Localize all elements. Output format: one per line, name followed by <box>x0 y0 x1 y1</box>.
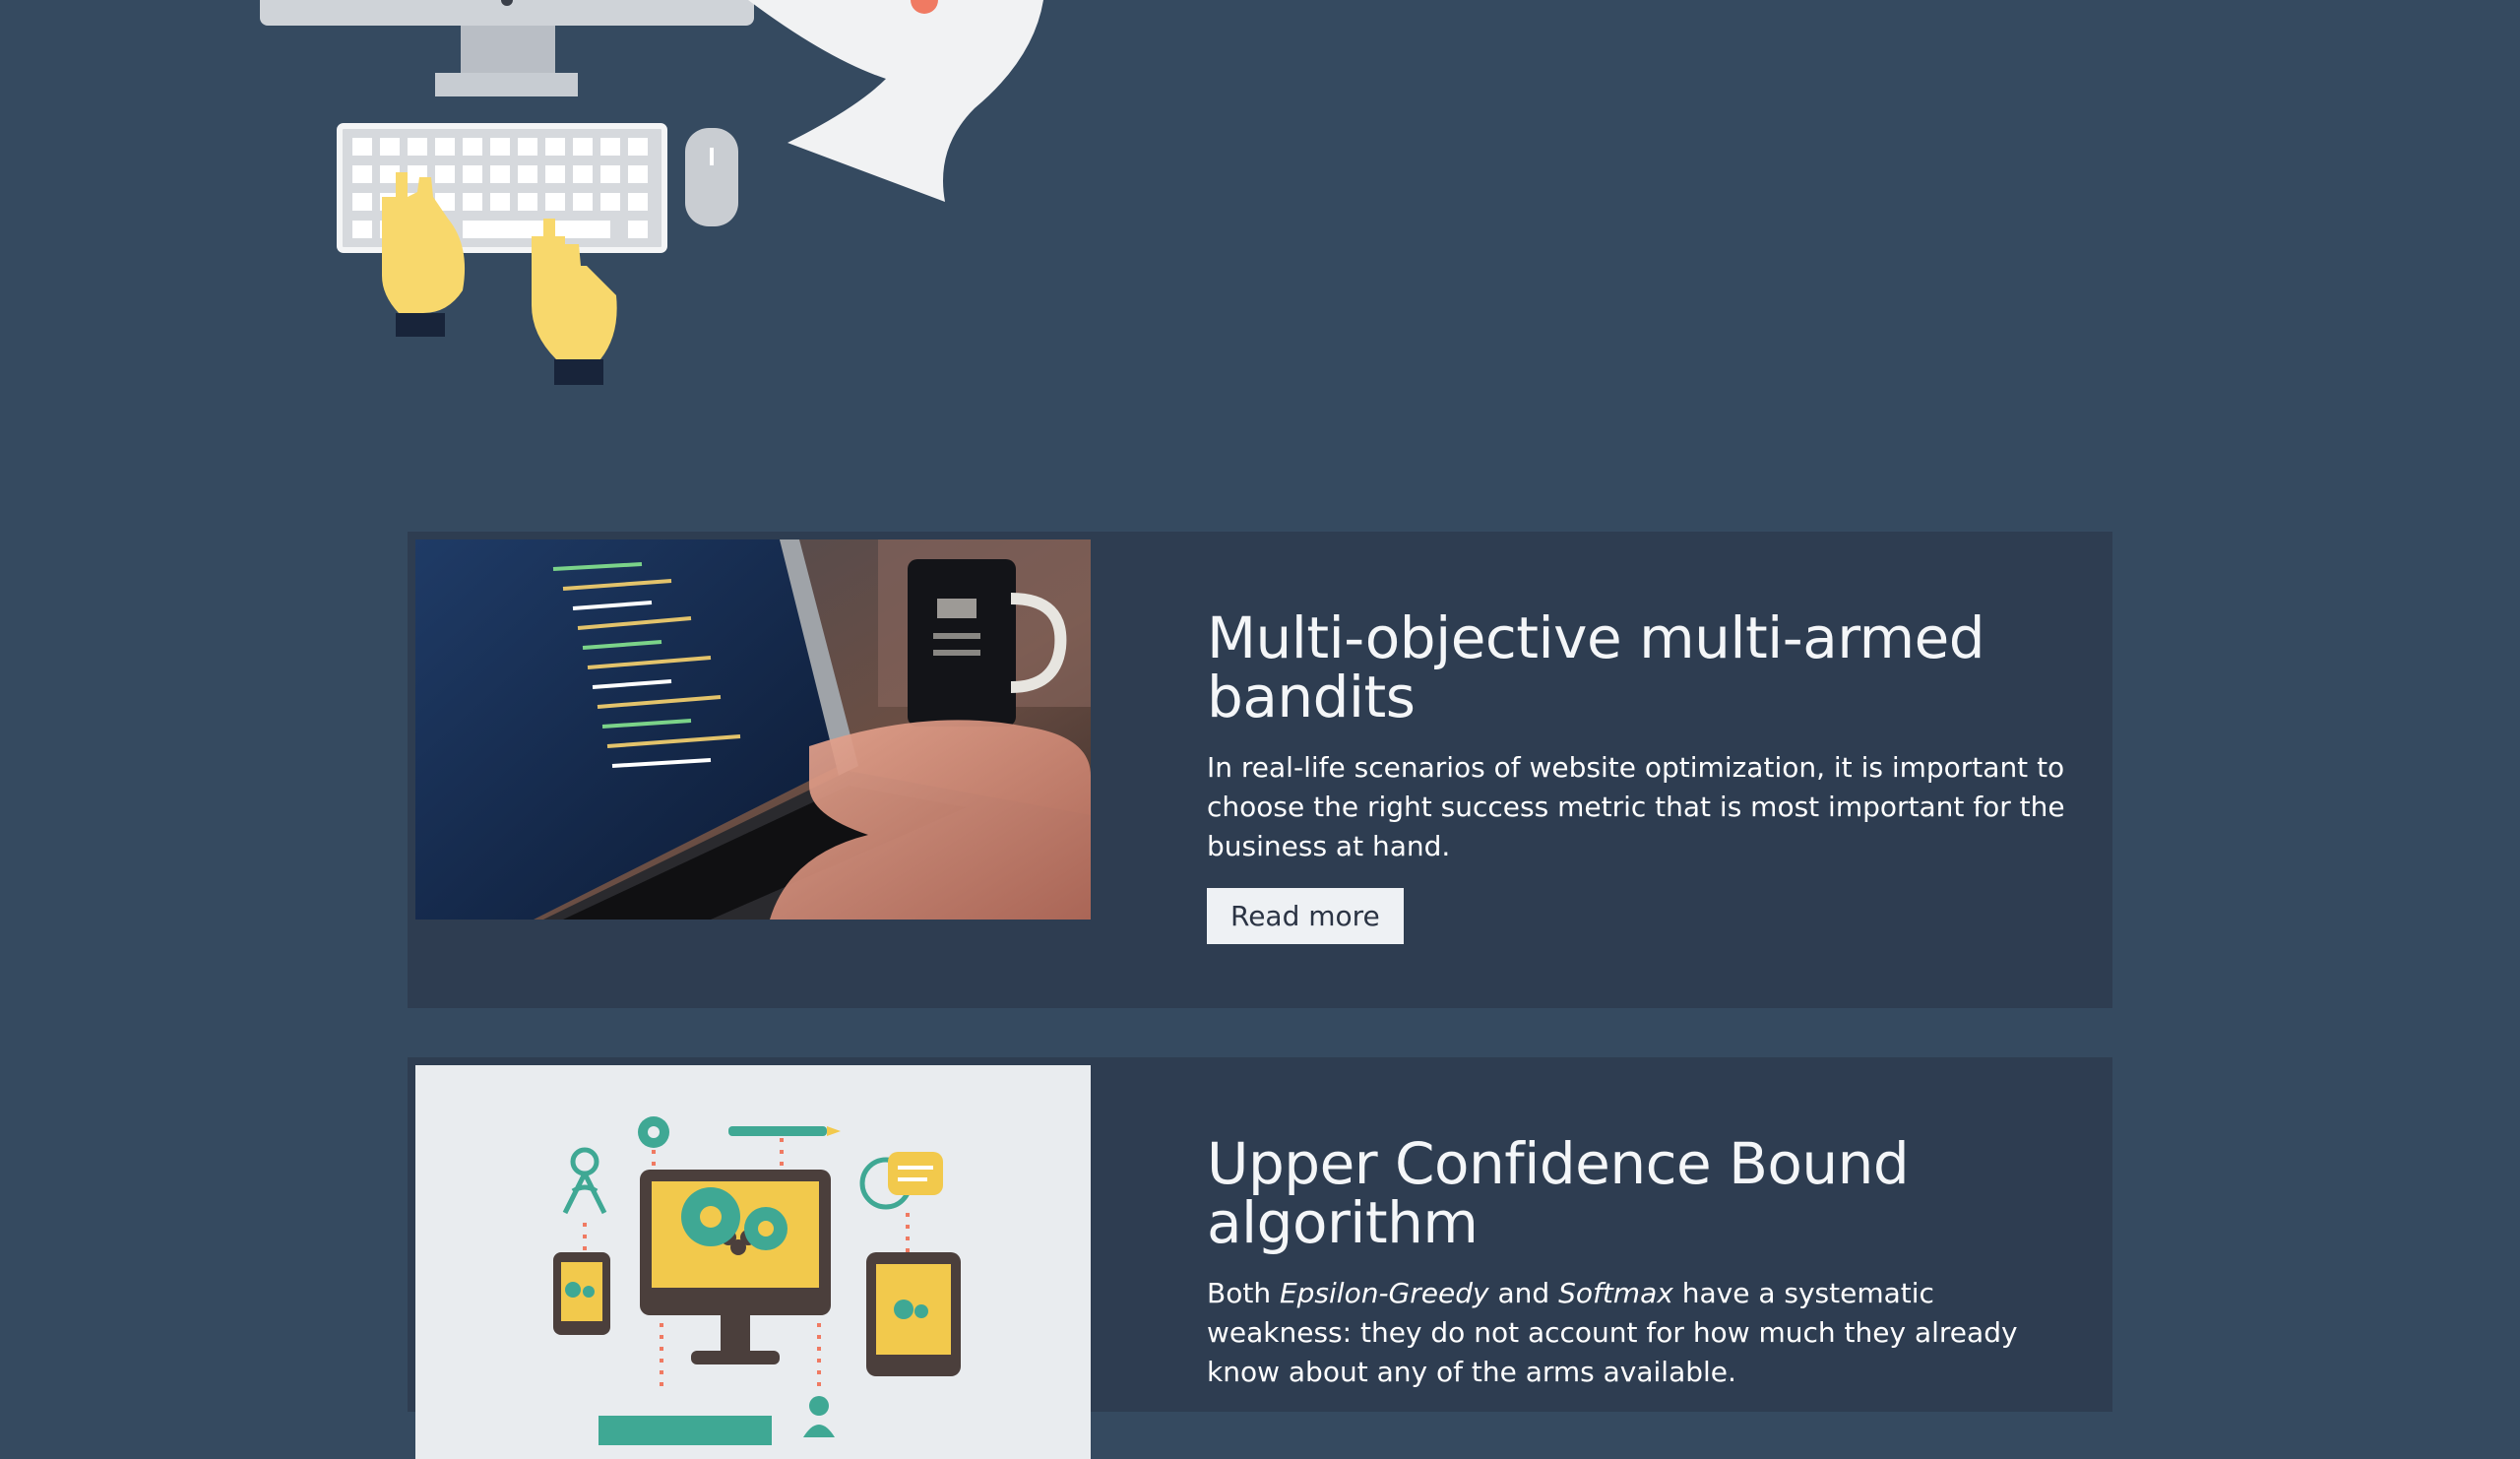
article-description: In real-life scenarios of website optimi… <box>1207 751 2065 862</box>
description-emphasis: Epsilon-Greedy <box>1279 1277 1489 1309</box>
description-text: and <box>1488 1277 1559 1309</box>
article-title[interactable]: Multi-objective multi-armed bandits <box>1207 608 2073 727</box>
article-content: Upper Confidence Bound algorithm Both Ep… <box>1207 1134 2073 1414</box>
article-card: Upper Confidence Bound algorithm Both Ep… <box>408 1057 2112 1459</box>
read-more-button[interactable]: Read more <box>1207 888 1404 944</box>
tablet-icon <box>866 1252 961 1376</box>
pen-icon <box>728 1126 827 1136</box>
laptop-coding-photo <box>415 539 1091 920</box>
mouse <box>685 128 738 226</box>
article-description: Both Epsilon-Greedy and Softmax have a s… <box>1207 1274 2073 1392</box>
monitor-stand <box>461 26 555 75</box>
description-text: Both <box>1207 1277 1280 1309</box>
ruler-icon <box>598 1416 772 1445</box>
monitor-base <box>435 73 578 96</box>
article-thumbnail[interactable] <box>415 1065 1091 1459</box>
article-card: Multi-objective multi-armed bandits In r… <box>408 532 2112 1008</box>
article-content: Multi-objective multi-armed bandits In r… <box>1207 608 2073 944</box>
article-thumbnail[interactable] <box>415 539 1091 920</box>
phone-icon <box>553 1252 610 1335</box>
devices-gears-illustration <box>415 1065 1091 1459</box>
article-title[interactable]: Upper Confidence Bound algorithm <box>1207 1134 2073 1252</box>
speech-bubble <box>748 0 1043 202</box>
hero-illustration <box>260 0 1043 385</box>
description-emphasis: Softmax <box>1558 1277 1673 1309</box>
